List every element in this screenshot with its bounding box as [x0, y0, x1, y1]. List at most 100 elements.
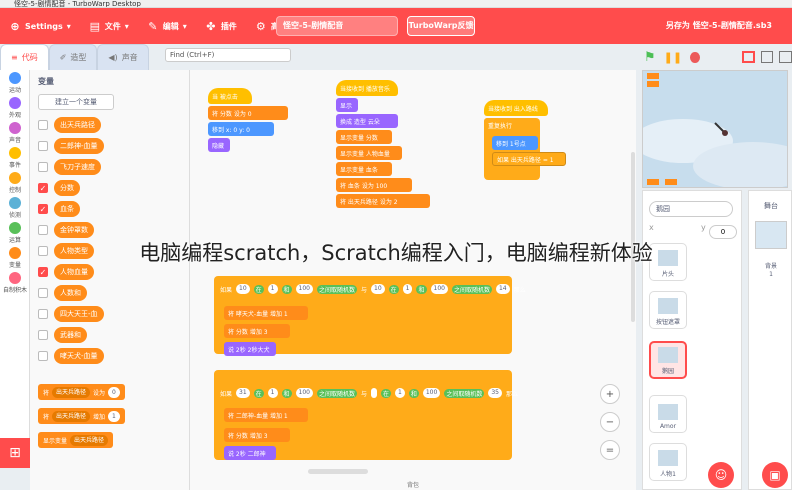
add-extension-button[interactable]: ⊞ [0, 438, 30, 468]
number-input[interactable]: 100 [295, 388, 313, 398]
feedback-button[interactable]: TurboWarp反馈 [407, 16, 475, 36]
set-path-block[interactable]: 将 出天兵路径 设为 2 [336, 194, 430, 208]
find-input[interactable]: Find (Ctrl+F) [165, 48, 291, 62]
palette-block[interactable]: 将出天兵路径 增加 1 [38, 408, 125, 424]
category-1[interactable]: 外观 [0, 95, 30, 120]
number-input[interactable]: 10 [236, 284, 250, 294]
backpack-bar[interactable]: 背包 [190, 480, 636, 490]
goto-xy-block[interactable]: 移到 x: 0 y: 0 [208, 122, 274, 136]
change-erlang-hp-block[interactable]: 将 二郎神-血量 增加 1 [224, 408, 308, 422]
variable-reporter[interactable]: 分数 [54, 180, 80, 196]
variable-checkbox[interactable]: ✓ [38, 183, 48, 193]
category-4[interactable]: 控制 [0, 170, 30, 195]
settings-menu[interactable]: ⊕ Settings ▾ [0, 8, 80, 44]
block-part-val[interactable]: 1 [108, 410, 120, 422]
zoom-reset-button[interactable]: = [600, 440, 620, 460]
sprite-tile[interactable]: 人物1 [649, 443, 687, 481]
project-title-input[interactable]: 怪空-5-剧情配音 [276, 16, 398, 36]
block-part-dd[interactable]: 出天兵路径 [70, 434, 109, 446]
variable-reporter[interactable]: 血条 [54, 201, 80, 217]
workspace-horizontal-scrollbar[interactable] [308, 469, 368, 474]
zoom-in-button[interactable]: + [600, 384, 620, 404]
number-input[interactable]: 31 [236, 388, 250, 398]
set-hp-block[interactable]: 将 血条 设为 100 [336, 178, 412, 192]
show-block[interactable]: 显示 [336, 98, 358, 112]
show-variable-block[interactable]: 显示变量 分数 [336, 130, 392, 144]
category-2[interactable]: 声音 [0, 120, 30, 145]
variable-reporter[interactable]: 二郎神-血量 [54, 138, 104, 154]
script-workspace[interactable]: 当 被点击 将 分数 设为 0 移到 x: 0 y: 0 隐藏 当接收到 播放音… [190, 70, 636, 490]
if-path-block[interactable]: 如果 出天兵路径 = 1 [492, 152, 566, 166]
say-block[interactable]: 说 2秒 2秒大犬 [224, 342, 276, 356]
make-variable-button[interactable]: 建立一个变量 [38, 94, 114, 110]
palette-block[interactable]: 将出天兵路径 设为 0 [38, 384, 125, 400]
category-5[interactable]: 侦测 [0, 195, 30, 220]
number-input[interactable]: 1 [267, 284, 278, 294]
number-input[interactable]: 1 [395, 388, 405, 398]
number-input[interactable]: 1 [267, 388, 278, 398]
category-8[interactable]: 自制积木 [0, 270, 30, 295]
file-menu[interactable]: ▤ 文件 ▾ [80, 8, 138, 44]
variable-reporter[interactable]: 四大天王-血 [54, 306, 104, 322]
variable-checkbox[interactable] [38, 225, 48, 235]
show-variable-block[interactable]: 显示变量 人物血量 [336, 146, 402, 160]
variable-checkbox[interactable] [38, 351, 48, 361]
add-backdrop-button[interactable]: ▣ [762, 462, 788, 488]
variable-checkbox[interactable] [38, 120, 48, 130]
fullscreen-icon[interactable] [779, 51, 792, 63]
sprite-tile[interactable]: 按钮遮罩 [649, 291, 687, 329]
number-input[interactable]: 14 [495, 284, 510, 294]
block-part-dd[interactable]: 出天兵路径 [52, 410, 91, 422]
add-sprite-button[interactable]: ☺ [708, 462, 734, 488]
variable-checkbox[interactable]: ✓ [38, 204, 48, 214]
tab-sounds[interactable]: ◀) 声音 [97, 44, 149, 70]
category-3[interactable]: 事件 [0, 145, 30, 170]
green-flag-icon[interactable]: ⚑ [644, 50, 656, 65]
block-part-dd[interactable]: 出天兵路径 [52, 386, 91, 398]
change-score-block[interactable]: 将 分数 增加 3 [224, 428, 290, 442]
number-input[interactable]: 100 [430, 284, 448, 294]
tab-costumes[interactable]: ✐ 造型 [48, 44, 98, 70]
variable-checkbox[interactable] [38, 330, 48, 340]
stage-target-pane[interactable]: 舞台 背景 1 [748, 190, 792, 490]
variable-checkbox[interactable] [38, 288, 48, 298]
variable-reporter[interactable]: 飞刀子速度 [54, 159, 101, 175]
variable-reporter[interactable]: 出天兵路径 [54, 117, 101, 133]
stage-canvas[interactable] [642, 70, 788, 188]
number-input[interactable]: 10 [371, 284, 385, 294]
show-variable-block[interactable]: 显示变量 血条 [336, 162, 392, 176]
hide-block[interactable]: 隐藏 [208, 138, 230, 152]
switch-costume-block[interactable]: 换成 造型 云朵 [336, 114, 398, 128]
hat-block-flag-clicked[interactable]: 当 被点击 [208, 88, 252, 104]
hat-block-receive-music[interactable]: 当接收到 播放音乐 [336, 80, 398, 96]
number-input[interactable]: 35 [488, 388, 502, 398]
variable-reporter[interactable]: 武器和 [54, 327, 87, 343]
number-input[interactable]: 100 [422, 388, 441, 398]
variable-reporter[interactable]: 哮天犬-血量 [54, 348, 104, 364]
small-stage-icon[interactable] [741, 51, 755, 63]
variable-checkbox[interactable] [38, 162, 48, 172]
pause-icon[interactable]: ❚❚ [664, 51, 682, 64]
sprite-tile[interactable]: Amor [649, 395, 687, 433]
addons-menu[interactable]: ✤ 插件 [196, 8, 246, 44]
change-score-block[interactable]: 将 分数 增加 3 [224, 324, 290, 338]
variable-checkbox[interactable] [38, 309, 48, 319]
number-input[interactable]: 100 [295, 284, 313, 294]
zoom-out-button[interactable]: − [600, 412, 620, 432]
stop-icon[interactable] [690, 51, 700, 63]
say-block[interactable]: 说 2秒 二郎神 [224, 446, 276, 460]
sprite-tile[interactable]: 鹅园 [649, 341, 687, 379]
number-input[interactable]: 1 [402, 284, 413, 294]
save-as-label[interactable]: 另存为 怪空-5-剧情配音.sb3 [666, 8, 772, 44]
goto-point-block[interactable]: 移到 1号点 [492, 136, 538, 150]
sprite-name-input[interactable]: 鹅园 [649, 201, 733, 217]
block-part-val[interactable]: 0 [108, 386, 120, 398]
large-stage-icon[interactable] [760, 51, 774, 63]
number-input[interactable] [371, 388, 377, 398]
palette-block[interactable]: 显示变量 出天兵路径 [38, 432, 114, 448]
set-score-block[interactable]: 将 分数 设为 0 [208, 106, 288, 120]
edit-menu[interactable]: ✎ 编辑 ▾ [138, 8, 196, 44]
variable-reporter[interactable]: 人数和 [54, 285, 87, 301]
change-hound-hp-block[interactable]: 将 哮天犬-血量 增加 1 [224, 306, 308, 320]
category-0[interactable]: 运动 [0, 70, 30, 95]
